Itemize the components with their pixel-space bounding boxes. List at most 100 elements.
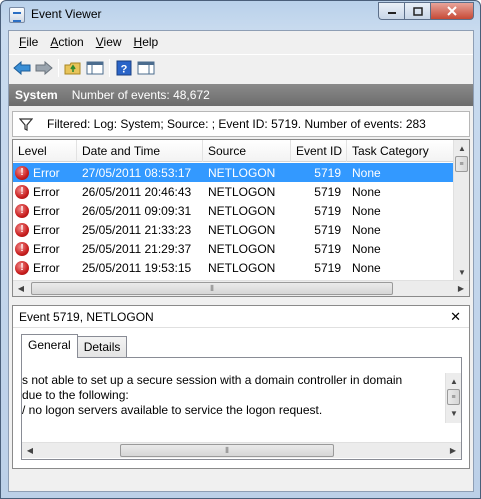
cell-level: ! Error bbox=[13, 184, 77, 199]
cell-task-category: None bbox=[352, 165, 381, 180]
scroll-thumb[interactable]: ≡ bbox=[447, 389, 460, 405]
column-header-date-time[interactable]: Date and Time bbox=[77, 140, 203, 162]
event-count: Number of events: 48,672 bbox=[71, 88, 210, 102]
cell-event-id: 5719 bbox=[314, 203, 341, 218]
help-button[interactable]: ? bbox=[113, 58, 135, 78]
filter-description: Filtered: Log: System; Source: ; Event I… bbox=[47, 117, 426, 131]
cell-task-category: None bbox=[352, 184, 381, 199]
minimize-button[interactable] bbox=[378, 2, 404, 20]
table-row[interactable]: ! Error 25/05/2011 21:29:37 NETLOGON 5719 Non… bbox=[13, 239, 454, 258]
table-row[interactable]: ! Error 26/05/2011 20:46:43 NETLOGON 5719 Non… bbox=[13, 182, 454, 201]
cell-date-time: 26/05/2011 09:09:31 bbox=[82, 203, 192, 218]
cell-level: ! Error bbox=[13, 241, 77, 256]
scroll-thumb[interactable]: ⦀ bbox=[120, 444, 334, 457]
forward-arrow-icon bbox=[35, 60, 53, 75]
back-button[interactable] bbox=[11, 58, 33, 78]
scroll-left-arrow-icon[interactable]: ◀ bbox=[13, 281, 29, 297]
cell-event-id: 5719 bbox=[314, 184, 341, 199]
cell-task-category: None bbox=[352, 222, 381, 237]
menu-bar: File Action View Help bbox=[9, 31, 473, 53]
scroll-thumb[interactable]: ≡ bbox=[455, 156, 468, 172]
cell-source: NETLOGON bbox=[208, 184, 276, 199]
status-bar bbox=[9, 471, 473, 491]
events-grid: Level Date and Time Source Event ID Task… bbox=[12, 139, 470, 297]
column-header-level[interactable]: Level bbox=[13, 140, 77, 162]
error-icon: ! bbox=[15, 203, 29, 218]
event-viewer-window: Event Viewer File Action View Help ? Sys… bbox=[0, 0, 481, 499]
error-icon: ! bbox=[15, 222, 29, 237]
table-row[interactable]: ! Error 25/05/2011 19:53:15 NETLOGON 5719 Non… bbox=[13, 258, 454, 277]
table-row[interactable]: ! Error 26/05/2011 09:09:31 NETLOGON 5719 Non… bbox=[13, 201, 454, 220]
cell-date-time: 27/05/2011 08:53:17 bbox=[82, 165, 192, 180]
minimize-icon bbox=[387, 12, 396, 14]
grid-header: Level Date and Time Source Event ID Task… bbox=[13, 140, 454, 162]
svg-text:?: ? bbox=[121, 63, 128, 75]
tab-general[interactable]: General bbox=[21, 334, 78, 358]
cell-date-time: 26/05/2011 20:46:43 bbox=[82, 184, 192, 199]
table-row[interactable]: ! Error 27/05/2011 08:53:17 NETLOGON 5719 Non… bbox=[13, 163, 454, 182]
close-button[interactable] bbox=[430, 2, 474, 20]
filter-bar: Filtered: Log: System; Source: ; Event I… bbox=[12, 111, 470, 137]
log-name: System bbox=[15, 88, 58, 102]
log-header-bar: System Number of events: 48,672 bbox=[9, 84, 473, 106]
cell-event-id: 5719 bbox=[314, 222, 341, 237]
description-horizontal-scrollbar[interactable]: ◀ ⦀ ▶ bbox=[22, 442, 461, 458]
menu-file[interactable]: File bbox=[13, 33, 44, 51]
description-line: / no logon servers available to service … bbox=[22, 403, 323, 417]
cell-source: NETLOGON bbox=[208, 165, 276, 180]
cell-source: NETLOGON bbox=[208, 241, 276, 256]
scroll-thumb[interactable]: ⦀ bbox=[31, 282, 393, 295]
menu-view[interactable]: View bbox=[90, 33, 128, 51]
tab-details[interactable]: Details bbox=[76, 336, 128, 358]
scroll-down-arrow-icon[interactable]: ▼ bbox=[454, 264, 469, 280]
maximize-button[interactable] bbox=[404, 2, 430, 20]
event-detail-panel: Event 5719, NETLOGON ✕ General Details s… bbox=[12, 305, 470, 469]
show-hide-console-tree-icon bbox=[86, 61, 104, 74]
menu-help[interactable]: Help bbox=[128, 33, 165, 51]
forward-button[interactable] bbox=[33, 58, 55, 78]
column-header-event-id[interactable]: Event ID bbox=[291, 140, 347, 162]
general-tab-body: s not able to set up a secure session wi… bbox=[21, 357, 462, 460]
help-icon: ? bbox=[116, 60, 132, 75]
show-hide-action-pane-button[interactable] bbox=[135, 58, 157, 78]
table-row[interactable]: ! Error 25/05/2011 21:33:23 NETLOGON 5719 Non… bbox=[13, 220, 454, 239]
error-icon: ! bbox=[15, 260, 29, 275]
maximize-icon bbox=[412, 6, 423, 16]
scroll-left-arrow-icon[interactable]: ◀ bbox=[22, 443, 38, 459]
cell-task-category: None bbox=[352, 260, 381, 275]
scroll-right-arrow-icon[interactable]: ▶ bbox=[445, 443, 461, 459]
show-hide-action-pane-icon bbox=[137, 61, 155, 74]
show-hide-console-tree-button[interactable] bbox=[84, 58, 106, 78]
menu-action[interactable]: Action bbox=[44, 33, 89, 51]
cell-event-id: 5719 bbox=[314, 241, 341, 256]
description-line: s not able to set up a secure session wi… bbox=[22, 373, 403, 387]
client-area: File Action View Help ? System Number of… bbox=[8, 30, 474, 492]
up-folder-button[interactable] bbox=[62, 58, 84, 78]
cell-level: ! Error bbox=[13, 203, 77, 218]
events-vertical-scrollbar[interactable]: ▲ ≡ ▼ bbox=[453, 140, 469, 280]
toolbar-separator bbox=[109, 58, 110, 77]
column-header-task-category[interactable]: Task Category bbox=[347, 140, 454, 162]
toolbar: ? bbox=[9, 54, 473, 80]
event-description[interactable]: s not able to set up a secure session wi… bbox=[22, 373, 461, 423]
title-bar[interactable]: Event Viewer bbox=[1, 1, 480, 29]
cell-date-time: 25/05/2011 21:29:37 bbox=[82, 241, 192, 256]
close-icon bbox=[447, 6, 457, 16]
error-icon: ! bbox=[15, 241, 29, 256]
filter-icon bbox=[19, 118, 33, 131]
scroll-up-arrow-icon[interactable]: ▲ bbox=[446, 373, 462, 389]
description-line: due to the following: bbox=[22, 388, 129, 402]
scroll-down-arrow-icon[interactable]: ▼ bbox=[446, 405, 462, 421]
detail-header: Event 5719, NETLOGON ✕ bbox=[13, 306, 469, 328]
cell-event-id: 5719 bbox=[314, 165, 341, 180]
column-header-source[interactable]: Source bbox=[203, 140, 291, 162]
error-icon: ! bbox=[15, 184, 29, 199]
close-detail-icon[interactable]: ✕ bbox=[450, 309, 461, 325]
scroll-up-arrow-icon[interactable]: ▲ bbox=[454, 140, 469, 156]
scroll-right-arrow-icon[interactable]: ▶ bbox=[453, 281, 469, 297]
error-icon: ! bbox=[15, 165, 29, 180]
cell-source: NETLOGON bbox=[208, 203, 276, 218]
events-horizontal-scrollbar[interactable]: ◀ ⦀ ▶ bbox=[13, 280, 469, 296]
description-vertical-scrollbar[interactable]: ▲ ≡ ▼ bbox=[445, 373, 461, 423]
up-folder-icon bbox=[64, 62, 81, 74]
